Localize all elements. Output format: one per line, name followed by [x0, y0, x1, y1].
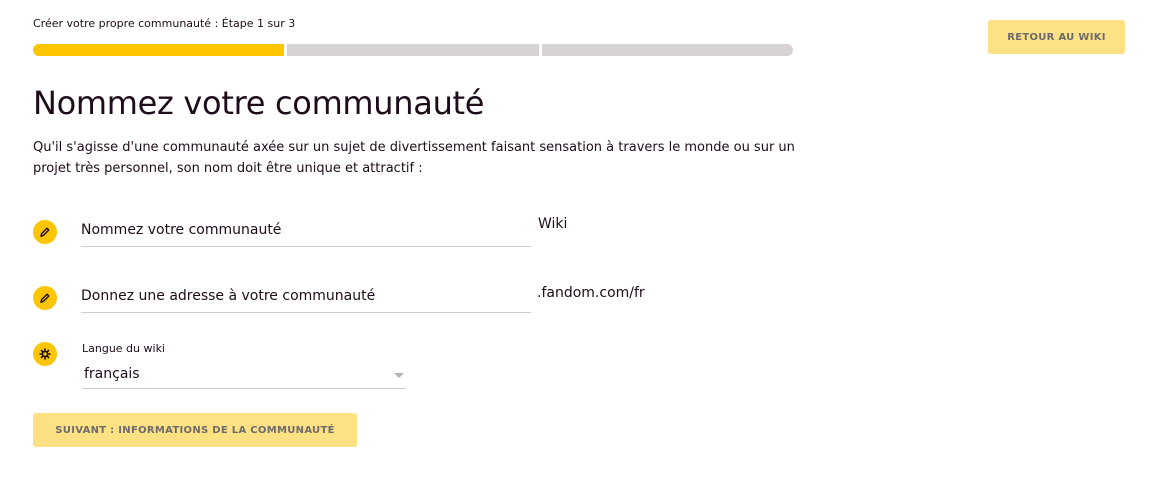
- intro-text: Qu'il s'agisse d'une communauté axée sur…: [33, 140, 795, 176]
- page-title: Nommez votre communauté: [33, 84, 485, 122]
- progress-bar: [33, 44, 793, 56]
- address-field-icon-badge: [33, 286, 57, 310]
- next-step-button[interactable]: SUIVANT : INFORMATIONS DE LA COMMUNAUTÉ: [33, 413, 357, 447]
- language-icon-badge: [33, 342, 57, 366]
- step-label: Créer votre propre communauté : Étape 1 …: [33, 17, 296, 30]
- language-label: Langue du wiki: [82, 342, 165, 355]
- name-suffix: Wiki: [538, 216, 568, 232]
- gear-icon: [39, 348, 51, 360]
- progress-segment-1: [33, 44, 285, 56]
- back-to-wiki-button[interactable]: RETOUR AU WIKI: [988, 20, 1125, 54]
- community-address-input[interactable]: [81, 288, 531, 312]
- pencil-icon: [40, 227, 50, 238]
- pencil-icon: [40, 293, 50, 304]
- progress-segment-3: [541, 44, 793, 56]
- chevron-down-icon: [394, 373, 404, 378]
- community-address-field[interactable]: [81, 285, 531, 313]
- community-name-input[interactable]: [81, 222, 531, 246]
- progress-segment-2: [287, 44, 539, 56]
- language-selected-value: français: [84, 366, 140, 382]
- name-field-icon-badge: [33, 220, 57, 244]
- community-name-field[interactable]: [81, 219, 531, 247]
- address-suffix: .fandom.com/fr: [537, 285, 645, 301]
- language-select[interactable]: français: [82, 362, 406, 389]
